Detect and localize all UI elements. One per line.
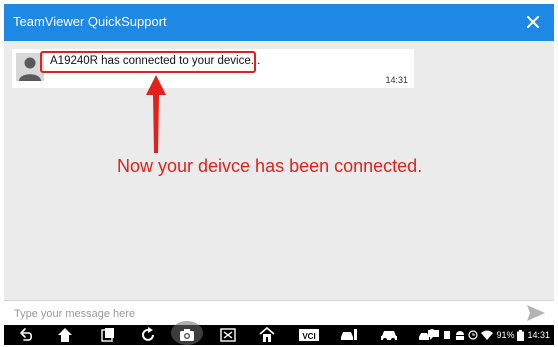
status-cluster: 91% 14:31 xyxy=(428,328,550,342)
recent-apps-icon[interactable] xyxy=(100,327,116,343)
home-icon[interactable] xyxy=(57,327,73,343)
app-title: TeamViewer QuickSupport xyxy=(13,14,167,29)
alarm-icon xyxy=(468,330,479,340)
annotation-arrow xyxy=(146,75,166,153)
android-icon xyxy=(456,331,465,340)
close-icon[interactable] xyxy=(524,13,542,31)
usb-icon xyxy=(444,331,451,339)
message-input-bar xyxy=(4,300,554,326)
message-icon xyxy=(428,330,440,340)
svg-text:VCI: VCI xyxy=(302,332,315,341)
car-icon[interactable] xyxy=(380,327,398,343)
message-time: 14:31 xyxy=(385,75,408,85)
annotation-text: Now your deivce has been connected. xyxy=(117,156,423,176)
vci-icon[interactable]: VCI xyxy=(298,327,320,343)
system-navbar: VCI 91% 14:31 xyxy=(4,321,554,345)
car-diagnose-icon[interactable] xyxy=(340,327,358,343)
highlight-box xyxy=(40,51,256,73)
wifi-icon xyxy=(481,330,494,340)
battery-icon xyxy=(517,329,525,341)
app-window: TeamViewer QuickSupport A19240R has conn… xyxy=(4,4,554,345)
camera-icon[interactable] xyxy=(171,321,203,345)
title-bar: TeamViewer QuickSupport xyxy=(4,4,554,41)
clock: 14:31 xyxy=(527,330,550,340)
send-icon[interactable] xyxy=(526,304,546,322)
house-icon[interactable] xyxy=(259,326,275,343)
screenshot-icon[interactable] xyxy=(220,327,236,343)
back-icon[interactable] xyxy=(18,327,34,343)
refresh-icon[interactable] xyxy=(140,327,156,343)
battery-percent: 91% xyxy=(496,330,515,340)
message-input[interactable] xyxy=(12,304,506,324)
